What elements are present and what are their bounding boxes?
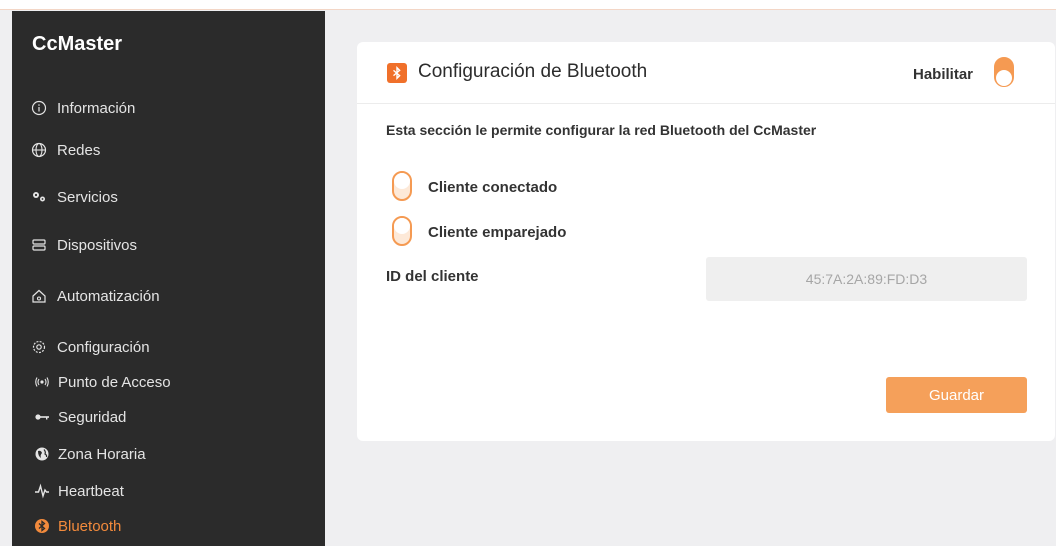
bluetooth-config-card: Configuración de Bluetooth Habilitar Est…	[357, 42, 1055, 441]
client-connected-toggle[interactable]	[392, 171, 412, 201]
heartbeat-icon	[34, 483, 50, 499]
sidebar-subitem-label: Seguridad	[58, 408, 127, 426]
app-root: CcMaster Información Redes Servicios Dis…	[0, 0, 1056, 546]
sidebar-subitem-label: Heartbeat	[58, 482, 124, 500]
sidebar-item-label: Configuración	[57, 338, 150, 356]
card-header: Configuración de Bluetooth Habilitar	[357, 42, 1055, 104]
globe-icon	[30, 141, 48, 159]
key-icon	[34, 409, 50, 425]
enable-toggle[interactable]	[994, 57, 1014, 87]
client-connected-label: Cliente conectado	[428, 179, 558, 196]
sidebar-item-servicios[interactable]: Servicios	[30, 186, 118, 208]
sidebar-item-label: Redes	[57, 141, 101, 159]
toggle-knob	[394, 173, 410, 189]
sidebar-subitem-bluetooth[interactable]: Bluetooth	[34, 515, 121, 537]
wireless-icon	[34, 374, 50, 390]
sidebar-item-label: Servicios	[57, 188, 118, 206]
sidebar-subitem-label: Punto de Acceso	[58, 373, 171, 391]
client-paired-label: Cliente emparejado	[428, 224, 567, 241]
home-automation-icon	[30, 287, 48, 305]
brand-title: CcMaster	[32, 33, 123, 55]
server-icon	[30, 236, 48, 254]
bluetooth-icon	[34, 518, 50, 534]
section-description: Esta sección le permite configurar la re…	[386, 122, 817, 138]
client-id-label: ID del cliente	[386, 268, 479, 285]
client-id-field[interactable]	[706, 257, 1027, 301]
sidebar-subitem-label: Bluetooth	[58, 517, 122, 535]
info-icon	[30, 99, 48, 117]
sidebar-subitem-punto-de-acceso[interactable]: Punto de Acceso	[34, 371, 171, 393]
toggle-knob	[996, 70, 1012, 86]
sidebar-subitem-heartbeat[interactable]: Heartbeat	[34, 480, 124, 502]
sidebar-item-informacion[interactable]: Información	[30, 97, 135, 119]
save-button[interactable]: Guardar	[886, 377, 1027, 413]
sidebar-item-redes[interactable]: Redes	[30, 139, 100, 161]
sidebar-item-dispositivos[interactable]: Dispositivos	[30, 234, 137, 256]
sidebar-item-label: Automatización	[57, 287, 160, 305]
sidebar-item-label: Dispositivos	[57, 236, 138, 254]
enable-label: Habilitar	[913, 66, 974, 83]
gears-icon	[30, 188, 48, 206]
bluetooth-icon	[387, 63, 407, 83]
top-bar	[0, 0, 1056, 10]
sidebar-item-label: Información	[57, 99, 136, 117]
toggle-knob	[394, 218, 410, 234]
globe-filled-icon	[34, 446, 50, 462]
gear-icon	[30, 338, 48, 356]
client-paired-toggle[interactable]	[392, 216, 412, 246]
page-title: Configuración de Bluetooth	[418, 61, 648, 82]
sidebar-subitem-zona-horaria[interactable]: Zona Horaria	[34, 443, 146, 465]
sidebar-subitem-seguridad[interactable]: Seguridad	[34, 406, 126, 428]
sidebar: CcMaster Información Redes Servicios Dis…	[12, 11, 325, 546]
sidebar-subitem-label: Zona Horaria	[58, 445, 146, 463]
sidebar-item-configuracion[interactable]: Configuración	[30, 336, 150, 358]
sidebar-item-automatizacion[interactable]: Automatización	[30, 285, 160, 307]
